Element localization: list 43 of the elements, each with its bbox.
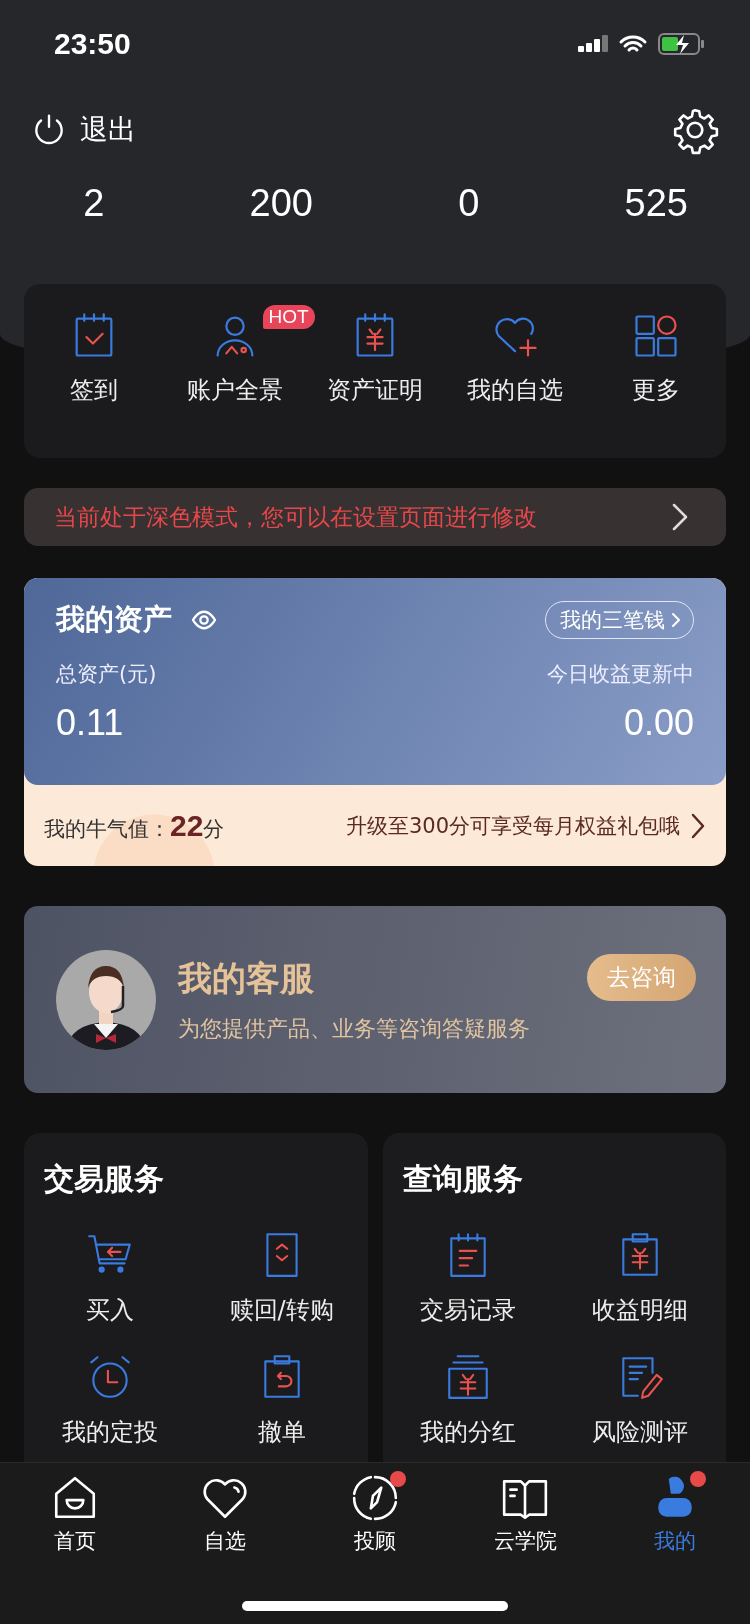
total-assets-label: 总资产(元) [56, 661, 157, 688]
service-item[interactable]: 赎回/转购 [195, 1230, 368, 1326]
quick-menu-item[interactable]: 我的自选 [467, 310, 564, 406]
quick-menu-item[interactable]: 资产证明 [327, 310, 423, 406]
assets-title: 我的资产 [56, 601, 172, 638]
logout-button[interactable]: 退出 [30, 110, 136, 150]
today-earnings-value: 0.00 [623, 702, 694, 744]
stat-value[interactable]: 0 [393, 182, 544, 225]
service-item[interactable]: 我的定投 [24, 1352, 196, 1448]
eye-icon [190, 609, 218, 631]
bull-score-text: 我的牛气值：22分 [44, 808, 225, 843]
customer-service-title: 我的客服 [178, 956, 314, 1000]
service-item[interactable]: 交易记录 [382, 1230, 555, 1326]
tab[interactable]: 云学院 [450, 1473, 600, 1555]
status-time: 23:50 [54, 27, 131, 61]
stat-value[interactable]: 200 [206, 182, 357, 225]
total-assets-value: 0.11 [56, 702, 124, 744]
stat-value[interactable]: 525 [581, 182, 732, 225]
chevron-right-icon [690, 811, 706, 840]
upgrade-text: 升级至300分可享受每月权益礼包哦 [345, 812, 680, 840]
customer-service-subtitle: 为您提供产品、业务等咨询答疑服务 [178, 1014, 531, 1043]
today-earnings-label: 今日收益更新中 [547, 661, 694, 688]
tab[interactable]: 投顾 [300, 1473, 450, 1555]
tab[interactable]: 首页 [0, 1473, 150, 1555]
chevron-right-icon [671, 612, 681, 628]
customer-service-card[interactable]: 我的客服 为您提供产品、业务等咨询答疑服务 去咨询 [24, 906, 726, 1093]
service-item[interactable]: 我的分红 [382, 1352, 555, 1448]
signal-icon [578, 33, 608, 55]
panel-title: 查询服务 [402, 1160, 523, 1198]
quick-menu-item[interactable]: 更多 [629, 310, 682, 406]
hot-badge: HOT [262, 305, 315, 329]
service-item[interactable]: 风险测评 [554, 1352, 726, 1448]
service-item[interactable]: 收益明细 [554, 1230, 726, 1326]
quick-menu-item[interactable]: 签到 [68, 310, 121, 406]
panel-title: 交易服务 [44, 1160, 164, 1198]
service-item[interactable]: 撤单 [195, 1352, 368, 1448]
tab[interactable]: 自选 [150, 1473, 300, 1555]
compass-icon [350, 1473, 400, 1523]
chevron-right-icon [670, 502, 690, 532]
tab[interactable]: 我的 [600, 1473, 750, 1555]
battery-charging-icon [658, 32, 706, 56]
service-item[interactable]: 买入 [24, 1230, 196, 1326]
stat-value[interactable]: 2 [18, 182, 169, 225]
